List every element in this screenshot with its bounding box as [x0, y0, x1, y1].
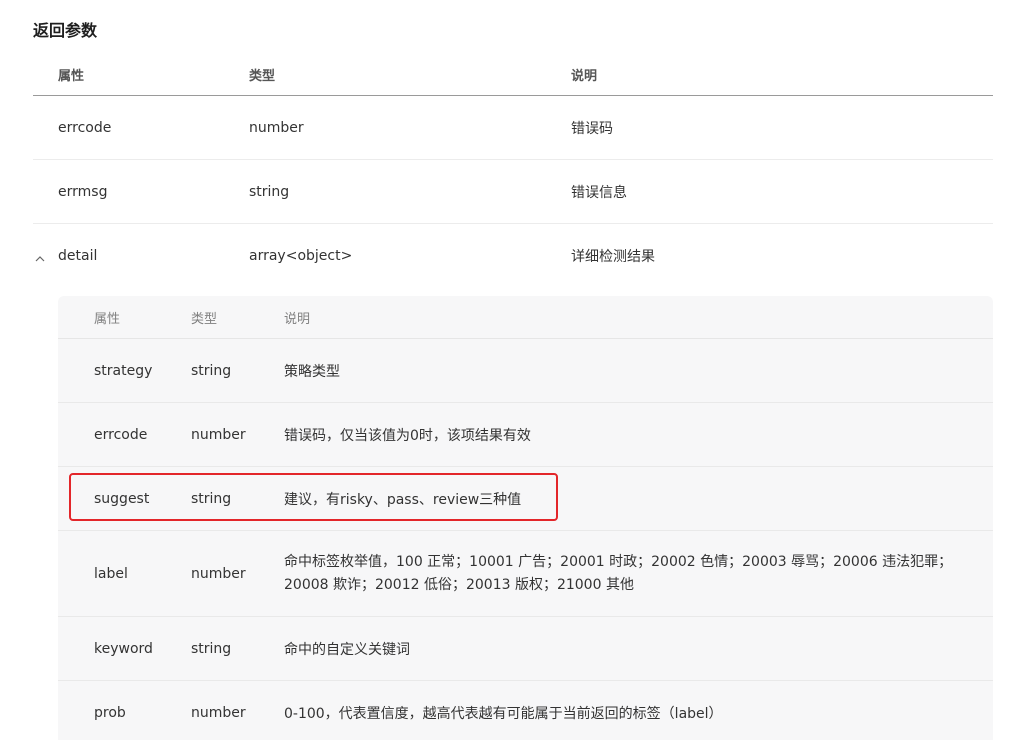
param-type: string [249, 183, 290, 200]
param-name: label [94, 565, 128, 582]
return-params-table: 属性 类型 说明 errcode number 错误码 errmsg strin… [33, 54, 993, 287]
header-description: 说明 [571, 69, 598, 84]
subtable-header: 属性 类型 说明 [58, 296, 993, 339]
param-name: keyword [94, 640, 153, 657]
param-type: number [191, 704, 246, 721]
table-row-errcode: errcode number 错误码 [33, 96, 993, 160]
header-type: 类型 [191, 311, 218, 327]
param-name: strategy [94, 362, 153, 379]
header-attribute: 属性 [58, 69, 85, 84]
param-description: 命中标签枚举值，100 正常；10001 广告；20001 时政；20002 色… [284, 553, 953, 593]
param-type: number [191, 426, 246, 443]
param-name: errcode [94, 426, 148, 443]
subtable-row-strategy: strategy string 策略类型 [58, 339, 993, 403]
param-description: 错误信息 [571, 184, 627, 201]
detail-subtable: 属性 类型 说明 strategy string 策略类型 errcode nu… [58, 296, 993, 740]
param-type: string [191, 490, 232, 507]
header-type: 类型 [249, 69, 276, 84]
table-header: 属性 类型 说明 [33, 54, 993, 96]
param-name: errcode [58, 119, 112, 136]
param-description: 建议，有risky、pass、review三种值 [284, 491, 522, 508]
subtable-row-label: label number 命中标签枚举值，100 正常；10001 广告；200… [58, 531, 993, 617]
subtable-row-keyword: keyword string 命中的自定义关键词 [58, 617, 993, 681]
param-description: 命中的自定义关键词 [284, 641, 410, 658]
param-description: 策略类型 [284, 363, 340, 380]
subtable-row-suggest: suggest string 建议，有risky、pass、review三种值 [58, 467, 993, 531]
param-description: 错误码，仅当该值为0时，该项结果有效 [284, 427, 531, 444]
subtable-row-prob: prob number 0-100，代表置信度，越高代表越有可能属于当前返回的标… [58, 681, 993, 740]
chevron-up-icon[interactable] [35, 252, 45, 262]
api-doc-page: 返回参数 属性 类型 说明 errcode number 错误码 errmsg … [0, 0, 1024, 740]
param-type: string [191, 362, 232, 379]
param-type: array<object> [249, 247, 353, 264]
section-title: 返回参数 [33, 21, 98, 40]
param-name: suggest [94, 490, 150, 507]
param-name: detail [58, 247, 98, 264]
table-row-errmsg: errmsg string 错误信息 [33, 160, 993, 224]
table-row-detail[interactable]: detail array<object> 详细检测结果 [33, 224, 993, 287]
param-description: 错误码 [571, 120, 613, 137]
header-attribute: 属性 [94, 311, 121, 327]
param-type: number [249, 119, 304, 136]
param-description: 详细检测结果 [571, 248, 655, 265]
param-type: string [191, 640, 232, 657]
param-description: 0-100，代表置信度，越高代表越有可能属于当前返回的标签（label） [284, 705, 723, 722]
header-description: 说明 [284, 311, 311, 327]
param-type: number [191, 565, 246, 582]
param-name: errmsg [58, 183, 108, 200]
subtable-row-errcode: errcode number 错误码，仅当该值为0时，该项结果有效 [58, 403, 993, 467]
param-name: prob [94, 704, 126, 721]
